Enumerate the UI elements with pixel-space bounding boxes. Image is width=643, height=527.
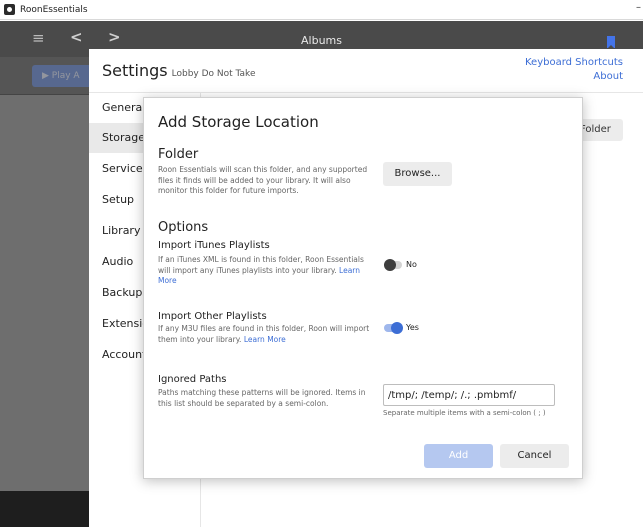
other-playlists-toggle[interactable] [384,322,403,334]
ignored-paths-description: Paths matching these patterns will be ig… [158,388,366,408]
other-playlists-title: Import Other Playlists [158,311,267,322]
itunes-option-description: If an iTunes XML is found in this folder… [158,255,373,287]
dialog-title: Add Storage Location [158,113,319,131]
itunes-option-title: Import iTunes Playlists [158,240,270,251]
itunes-playlists-toggle[interactable] [384,259,402,271]
add-folder-button[interactable]: Folder [579,119,623,141]
toggle-knob [391,322,403,334]
add-button[interactable]: Add [424,444,493,468]
window-titlebar: RoonEssentials – [0,0,643,20]
browse-button[interactable]: Browse... [383,162,452,186]
itunes-toggle-label: No [406,260,417,269]
ignored-paths-title: Ignored Paths [158,374,227,385]
minimize-icon[interactable]: – [636,2,641,13]
folder-description: Roon Essentials will scan this folder, a… [158,165,368,195]
settings-title-text: Settings [102,61,168,80]
roon-app-icon [4,4,15,15]
options-section-title: Options [158,220,209,235]
now-playing-bar [0,491,90,527]
itunes-description-text: If an iTunes XML is found in this folder… [158,255,364,275]
other-learn-more-link[interactable]: Learn More [244,335,286,344]
app-page-title: Albums [301,34,342,47]
settings-header: Settings Lobby Do Not Take Keyboard Short… [89,49,643,93]
bookmark-icon[interactable] [607,36,615,49]
keyboard-shortcuts-link[interactable]: Keyboard Shortcuts [525,57,623,68]
window-title: RoonEssentials [20,4,88,15]
settings-title: Settings Lobby Do Not Take [102,61,255,80]
cancel-button[interactable]: Cancel [500,444,569,468]
other-toggle-label: Yes [406,323,419,332]
add-storage-dialog: Add Storage Location Folder Roon Essenti… [143,97,583,479]
folder-section-title: Folder [158,147,199,162]
ignored-paths-input[interactable] [383,384,555,406]
ignored-paths-hint: Separate multiple items with a semi-colo… [383,409,546,417]
toggle-knob [384,259,396,271]
settings-subtitle: Lobby Do Not Take [171,69,256,79]
about-link[interactable]: About [593,71,623,82]
other-playlists-description: If any M3U files are found in this folde… [158,324,373,345]
